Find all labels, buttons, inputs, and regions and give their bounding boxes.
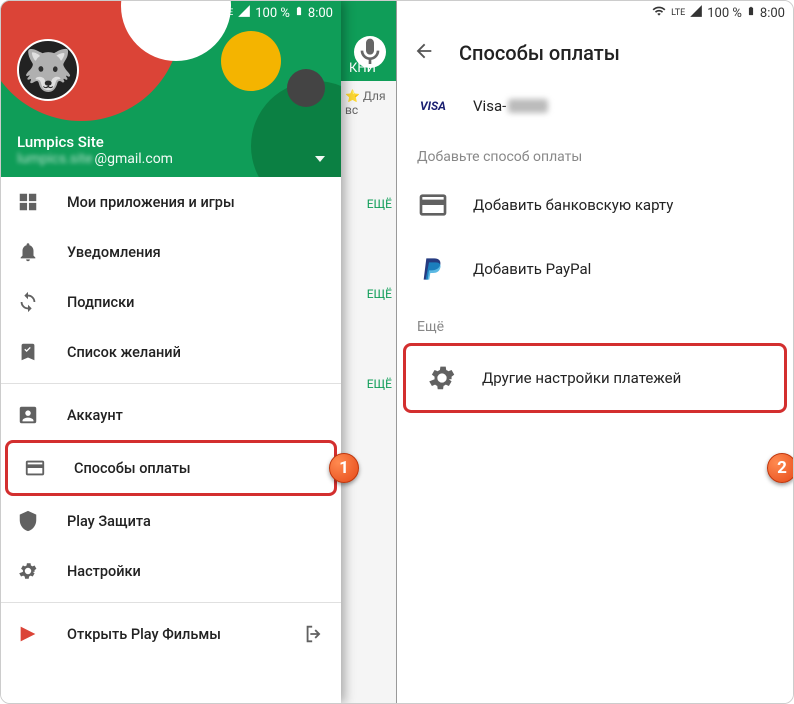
menu-label: Аккаунт <box>67 407 123 424</box>
section-more: Ещё <box>397 301 793 343</box>
bookmark-icon <box>17 341 39 363</box>
signal-icon <box>689 4 703 22</box>
avatar[interactable]: 🐺 <box>17 39 79 101</box>
status-bar: LTE 100 % 8:00 <box>397 1 793 25</box>
menu-label: Мои приложения и игры <box>67 194 235 211</box>
wifi-icon <box>651 4 667 22</box>
menu-label: Настройки <box>67 563 141 580</box>
visa-icon: VISA <box>417 99 449 113</box>
menu-label: Play Защита <box>67 513 151 530</box>
divider <box>1 383 341 384</box>
menu-label: Способы оплаты <box>74 460 191 477</box>
drawer-header: LTE 100 % 8:00 🐺 Lumpics Site lumpics.si… <box>1 1 341 177</box>
other-payment-settings[interactable]: Другие настройки платежей <box>403 343 787 413</box>
account-icon <box>17 404 39 426</box>
bell-icon <box>17 241 39 263</box>
wifi-icon <box>199 4 215 22</box>
add-paypal-label: Добавить PayPal <box>473 260 591 278</box>
screen-payment-methods: LTE 100 % 8:00 Способы оплаты VISA Visa-… <box>397 1 793 703</box>
menu-label: Подписки <box>67 294 134 311</box>
annotation-badge-1: 1 <box>329 453 359 483</box>
apps-row: ЕЩЁ <box>341 135 396 215</box>
screen-drawer: КНИ ⭐ Для вс ЕЩЁ ЕЩЁ ЕЩЁ LTE 100 % 8:00 <box>1 1 397 703</box>
app-bar: Способы оплаты <box>397 25 793 81</box>
chevron-down-icon <box>315 156 325 162</box>
menu-subscriptions[interactable]: Подписки <box>1 277 341 327</box>
user-name: Lumpics Site <box>17 133 325 151</box>
divider <box>1 602 341 603</box>
secondary-avatar[interactable] <box>287 69 325 107</box>
navigation-drawer: LTE 100 % 8:00 🐺 Lumpics Site lumpics.si… <box>1 1 341 703</box>
status-bar: LTE 100 % 8:00 <box>1 1 341 25</box>
shield-icon <box>17 510 39 532</box>
exit-icon <box>303 623 325 645</box>
card-icon <box>24 457 46 479</box>
menu-my-apps[interactable]: Мои приложения и игры <box>1 177 341 227</box>
apps-icon <box>17 191 39 213</box>
lte-label: LTE <box>219 8 233 18</box>
menu-label: Список желаний <box>67 344 181 361</box>
lte-label: LTE <box>671 8 685 18</box>
menu-payment-methods[interactable]: Способы оплаты <box>5 440 337 496</box>
menu-wishlist[interactable]: Список желаний <box>1 327 341 377</box>
card-icon <box>417 189 449 221</box>
menu-label: Уведомления <box>67 244 161 261</box>
play-movies-icon <box>17 623 39 645</box>
add-paypal[interactable]: Добавить PayPal <box>397 237 793 301</box>
card-number-masked <box>508 99 548 113</box>
menu-settings[interactable]: Настройки <box>1 546 341 596</box>
apps-row: ЕЩЁ <box>341 225 396 305</box>
account-switcher[interactable]: lumpics.site@gmail.com <box>17 151 325 167</box>
battery-percent: 100 % <box>255 6 290 21</box>
gear-icon <box>17 560 39 582</box>
menu-open-play-movies[interactable]: Открыть Play Фильмы <box>1 609 341 659</box>
paypal-icon <box>417 253 449 285</box>
section-add-payment: Добавьте способ оплаты <box>397 131 793 173</box>
gear-icon <box>426 362 458 394</box>
menu-account[interactable]: Аккаунт <box>1 390 341 440</box>
battery-percent: 100 % <box>707 6 742 21</box>
menu-label: Открыть Play Фильмы <box>67 626 221 643</box>
play-store-background: КНИ ⭐ Для вс ЕЩЁ ЕЩЁ ЕЩЁ <box>341 1 396 703</box>
clock: 8:00 <box>308 6 333 21</box>
battery-icon <box>294 3 304 23</box>
clock: 8:00 <box>760 6 785 21</box>
payment-method-visa[interactable]: VISA Visa- <box>397 81 793 131</box>
drawer-menu: Мои приложения и игры Уведомления Подпис… <box>1 177 341 703</box>
add-bank-card[interactable]: Добавить банковскую карту <box>397 173 793 237</box>
signal-icon <box>237 4 251 22</box>
page-title: Способы оплаты <box>459 41 620 65</box>
apps-row: ЕЩЁ <box>341 315 396 395</box>
add-card-label: Добавить банковскую карту <box>473 196 673 214</box>
refresh-icon <box>17 291 39 313</box>
card-label: Visa- <box>473 97 506 115</box>
annotation-badge-2: 2 <box>767 453 794 483</box>
back-button[interactable] <box>413 40 435 66</box>
other-settings-label: Другие настройки платежей <box>482 369 681 387</box>
voice-search-button[interactable] <box>354 36 386 68</box>
menu-play-protect[interactable]: Play Защита <box>1 496 341 546</box>
menu-notifications[interactable]: Уведомления <box>1 227 341 277</box>
battery-icon <box>746 3 756 23</box>
